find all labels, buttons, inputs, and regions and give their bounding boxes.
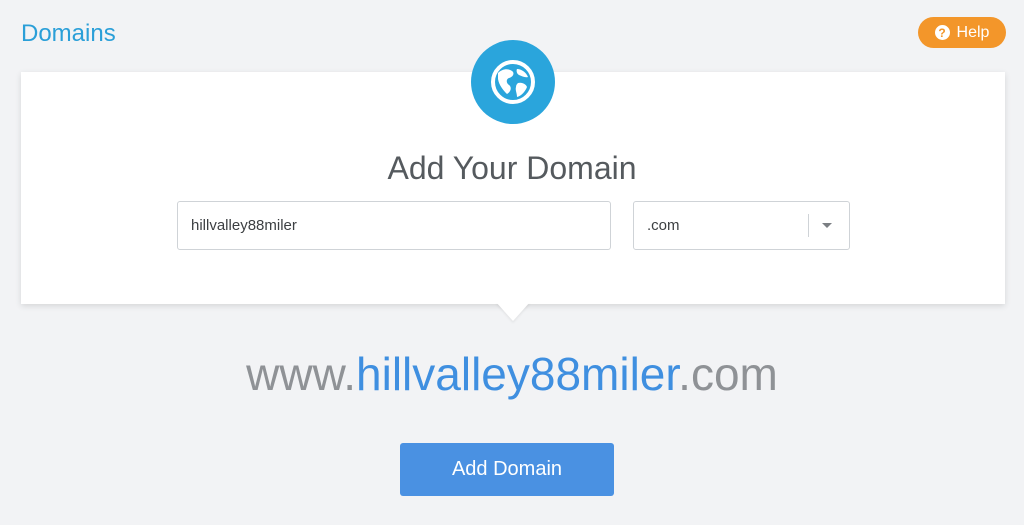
- select-divider: [808, 214, 809, 237]
- add-domain-button[interactable]: Add Domain: [400, 443, 614, 496]
- preview-prefix: www.: [246, 348, 357, 400]
- tld-select[interactable]: .com: [633, 201, 850, 250]
- card-pointer: [496, 302, 530, 321]
- domains-page: Domains ? Help Add Your Domain .com www.…: [0, 0, 1024, 525]
- tld-selected-value: .com: [647, 217, 680, 234]
- domain-preview: www.hillvalley88miler.com: [0, 346, 1024, 402]
- page-title: Domains: [21, 20, 116, 47]
- globe-icon-graphic: [491, 60, 535, 104]
- domain-name-input[interactable]: [177, 201, 611, 250]
- card-heading: Add Your Domain: [387, 150, 637, 186]
- globe-icon: [471, 40, 555, 124]
- preview-tld: .com: [678, 348, 778, 400]
- question-icon: ?: [934, 25, 950, 40]
- help-button[interactable]: ? Help: [918, 17, 1006, 48]
- help-label: Help: [956, 23, 990, 41]
- preview-domain-name: hillvalley88miler: [356, 348, 679, 400]
- chevron-down-icon[interactable]: [822, 223, 832, 228]
